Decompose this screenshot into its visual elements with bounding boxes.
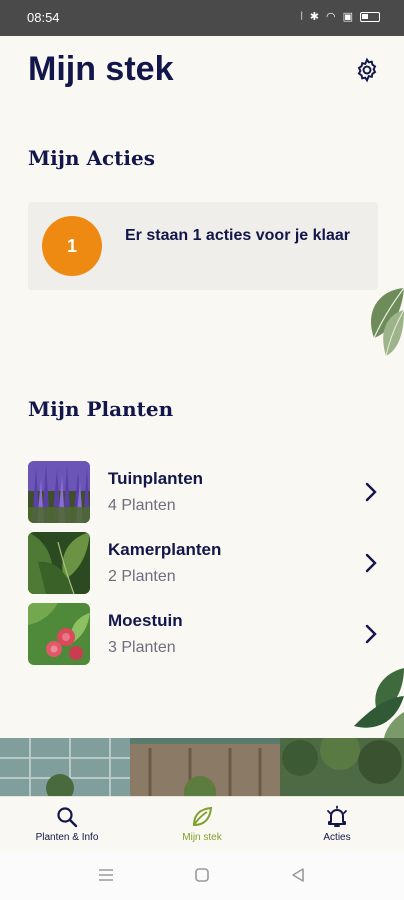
tab-acties[interactable]: Acties	[270, 797, 404, 852]
tab-mijn-stek[interactable]: Mijn stek	[135, 797, 269, 852]
plant-group-name: Moestuin	[108, 611, 183, 630]
garden-banner-image[interactable]	[0, 738, 404, 796]
chevron-right-icon	[365, 482, 377, 502]
back-icon[interactable]	[290, 867, 306, 883]
notification-icon: ▣	[342, 10, 353, 23]
plant-group-name: Tuinplanten	[108, 469, 204, 488]
gear-icon[interactable]	[354, 57, 380, 83]
plant-group-count: 4 Planten	[108, 497, 176, 514]
bluetooth-icon: ✱	[309, 10, 319, 23]
chevron-right-icon	[365, 624, 377, 644]
plant-group-count: 3 Planten	[108, 639, 176, 656]
search-icon	[57, 807, 78, 828]
leaf-icon	[192, 806, 213, 827]
status-icons: ⦚ ✱ ◠ ▣	[300, 9, 380, 25]
plant-group-count: 2 Planten	[108, 568, 176, 585]
plant-group-row[interactable]: Kamerplanten 2 Planten	[28, 532, 384, 594]
vibrate-icon: ⦚	[300, 10, 303, 23]
tab-label: Acties	[323, 832, 351, 843]
leaf-decoration-icon	[354, 668, 404, 738]
chevron-right-icon	[365, 553, 377, 573]
bottom-tab-bar: Planten & Info Mijn stek Acties	[0, 796, 404, 852]
plant-group-row[interactable]: Moestuin 3 Planten	[28, 603, 384, 665]
battery-icon	[360, 12, 380, 22]
tab-label: Mijn stek	[182, 832, 222, 843]
actions-count-badge: 1	[42, 216, 102, 276]
system-nav-bar	[0, 852, 404, 900]
lavender-photo	[28, 461, 90, 523]
status-bar: 08:54 ⦚ ✱ ◠ ▣	[0, 0, 404, 36]
actions-card[interactable]: 1 Er staan 1 acties voor je klaar	[28, 202, 378, 290]
plant-group-name: Kamerplanten	[108, 540, 222, 559]
tab-label: Planten & Info	[35, 832, 99, 843]
houseplant-photo	[28, 532, 90, 594]
plants-section-title: Mijn Planten	[28, 397, 174, 421]
bell-icon	[327, 805, 347, 827]
status-time: 08:54	[27, 10, 60, 25]
tab-planten-info[interactable]: Planten & Info	[0, 797, 134, 852]
raspberry-photo	[28, 603, 90, 665]
leaf-decoration-icon	[370, 287, 404, 357]
actions-section-title: Mijn Acties	[28, 146, 155, 170]
plant-group-row[interactable]: Tuinplanten 4 Planten	[28, 461, 384, 523]
home-icon[interactable]	[194, 867, 210, 883]
menu-icon[interactable]	[98, 867, 114, 883]
app-screen: Mijn stek Mijn Acties 1 Er staan 1 actie…	[0, 36, 404, 852]
actions-message: Er staan 1 acties voor je klaar	[125, 227, 351, 244]
wifi-icon: ◠	[325, 10, 336, 23]
page-title: Mijn stek	[28, 50, 174, 88]
